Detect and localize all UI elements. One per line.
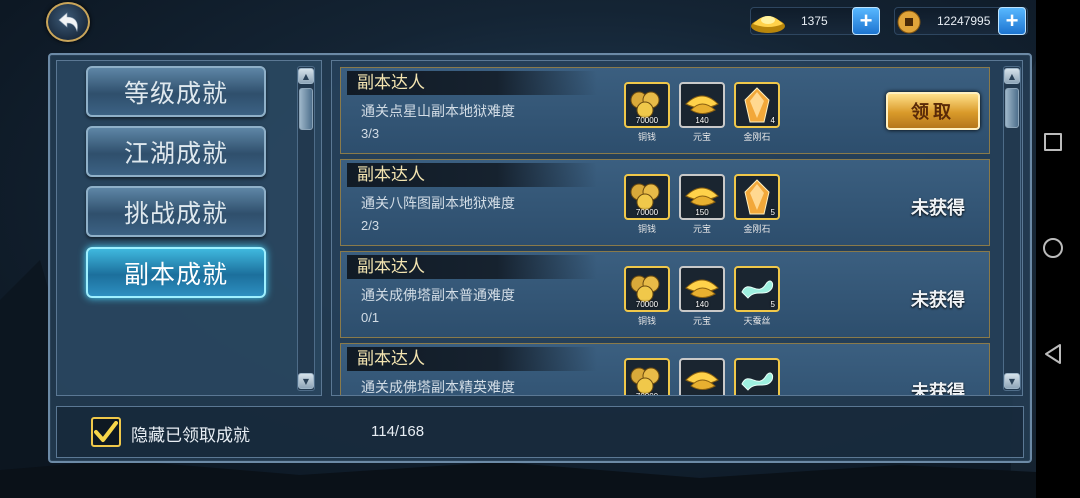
achievement-row: 副本达人 通关八阵图副本地狱难度 2/3 70000 铜钱 150 元宝 5 金… — [340, 159, 990, 246]
reward-count: 150 — [695, 208, 709, 217]
achievement-row: 副本达人 通关成佛塔副本精英难度 70000 未获得 — [340, 343, 990, 396]
reward-copper-coins[interactable]: 70000 — [624, 266, 670, 312]
coin-value: 12247995 — [937, 14, 991, 28]
reward-count: 4 — [770, 116, 775, 125]
back-button[interactable] — [46, 2, 90, 42]
scroll-down-icon[interactable]: ▼ — [298, 373, 314, 389]
reward-count: 70000 — [635, 208, 659, 217]
hide-claimed-label[interactable]: 隐藏已领取成就 — [131, 421, 250, 446]
plus-icon: + — [859, 8, 873, 33]
gold-ingot-icon — [751, 16, 785, 33]
reward-copper-coins[interactable]: 70000 — [624, 174, 670, 220]
reward-count: 5 — [770, 300, 775, 309]
silk-thread-icon — [741, 372, 773, 391]
reward-count: 140 — [695, 116, 709, 125]
nav-back-icon[interactable] — [1044, 343, 1062, 365]
achievement-progress: 2/3 — [361, 218, 380, 233]
scroll-up-icon[interactable]: ▲ — [1004, 68, 1020, 84]
status-not-obtained: 未获得 — [911, 198, 965, 219]
achievement-title: 副本达人 — [347, 255, 597, 279]
claim-button[interactable]: 领取 — [886, 92, 980, 130]
reward-name: 铜钱 — [637, 225, 656, 235]
reward-silk-thread[interactable] — [734, 358, 780, 395]
reward-gold-ingot[interactable]: 140 — [679, 82, 725, 128]
tab-challenge-achievement[interactable]: 挑战成就 — [86, 186, 266, 237]
reward-name: 金刚石 — [743, 225, 771, 235]
achievement-desc: 通关成佛塔副本精英难度 — [361, 380, 515, 396]
reward-name: 元宝 — [692, 225, 711, 235]
tab-level-achievement[interactable]: 等级成就 — [86, 66, 266, 117]
reward-diamond-stone[interactable]: 5 — [734, 174, 780, 220]
achievement-progress: 0/1 — [361, 310, 380, 325]
tab-jianghu-achievement[interactable]: 江湖成就 — [86, 126, 266, 177]
reward-silk-thread[interactable]: 5 — [734, 266, 780, 312]
status-not-obtained: 未获得 — [911, 382, 965, 396]
reward-name: 天蚕丝 — [743, 317, 771, 327]
hide-claimed-checkbox[interactable] — [91, 417, 121, 447]
achievement-title: 副本达人 — [347, 163, 597, 187]
reward-gold-ingot[interactable]: 140 — [679, 266, 725, 312]
scroll-down-icon[interactable]: ▼ — [1004, 373, 1020, 389]
achievement-title: 副本达人 — [347, 71, 597, 95]
reward-name: 铜钱 — [637, 133, 656, 143]
achievement-desc: 通关八阵图副本地狱难度 — [361, 196, 515, 212]
status-not-obtained: 未获得 — [911, 290, 965, 311]
achievement-row: 副本达人 通关点星山副本地狱难度 3/3 70000 铜钱 140 元宝 4 金… — [340, 67, 990, 154]
reward-count: 70000 — [635, 300, 659, 309]
category-scroll-thumb[interactable] — [299, 88, 313, 130]
reward-count: 70000 — [626, 392, 668, 395]
plus-icon: + — [1005, 8, 1019, 33]
recent-apps-icon[interactable] — [1044, 133, 1062, 151]
achievement-progress: 3/3 — [361, 126, 380, 141]
reward-name: 铜钱 — [637, 317, 656, 327]
tab-label: 挑战成就 — [123, 198, 228, 228]
back-arrow-icon — [58, 12, 78, 33]
scroll-up-icon[interactable]: ▲ — [298, 68, 314, 84]
copper-coins-icon — [630, 367, 660, 395]
achievement-count: 114/168 — [371, 423, 425, 440]
reward-count: 5 — [770, 208, 775, 217]
tab-label: 等级成就 — [123, 78, 228, 108]
add-gold-ingot-button[interactable]: + — [852, 7, 880, 35]
tab-label: 江湖成就 — [123, 138, 228, 168]
add-coin-button[interactable]: + — [998, 7, 1026, 35]
gold-ingot-value: 1375 — [801, 14, 828, 28]
reward-name: 金刚石 — [743, 133, 771, 143]
achievement-list: 副本达人 通关点星山副本地狱难度 3/3 70000 铜钱 140 元宝 4 金… — [331, 60, 1023, 396]
reward-count: 70000 — [635, 116, 659, 125]
gold-ingot-icon — [685, 371, 719, 390]
reward-copper-coins[interactable]: 70000 — [624, 358, 670, 395]
home-icon[interactable] — [1043, 238, 1063, 258]
reward-copper-coins[interactable]: 70000 — [624, 82, 670, 128]
achievement-scroll-thumb[interactable] — [1005, 88, 1019, 128]
tab-label: 副本成就 — [123, 259, 228, 289]
reward-gold-ingot[interactable]: 150 — [679, 174, 725, 220]
reward-name: 元宝 — [692, 317, 711, 327]
achievement-desc: 通关成佛塔副本普通难度 — [361, 288, 515, 304]
reward-diamond-stone[interactable]: 4 — [734, 82, 780, 128]
achievement-title: 副本达人 — [347, 347, 597, 371]
achievement-desc: 通关点星山副本地狱难度 — [361, 104, 515, 120]
coin-icon — [897, 10, 921, 34]
reward-count: 140 — [695, 300, 709, 309]
achievement-row: 副本达人 通关成佛塔副本普通难度 0/1 70000 铜钱 140 元宝 5 天… — [340, 251, 990, 338]
reward-name: 元宝 — [692, 133, 711, 143]
reward-gold-ingot[interactable] — [679, 358, 725, 395]
tab-dungeon-achievement[interactable]: 副本成就 — [86, 247, 266, 298]
checkmark-icon — [94, 421, 118, 442]
